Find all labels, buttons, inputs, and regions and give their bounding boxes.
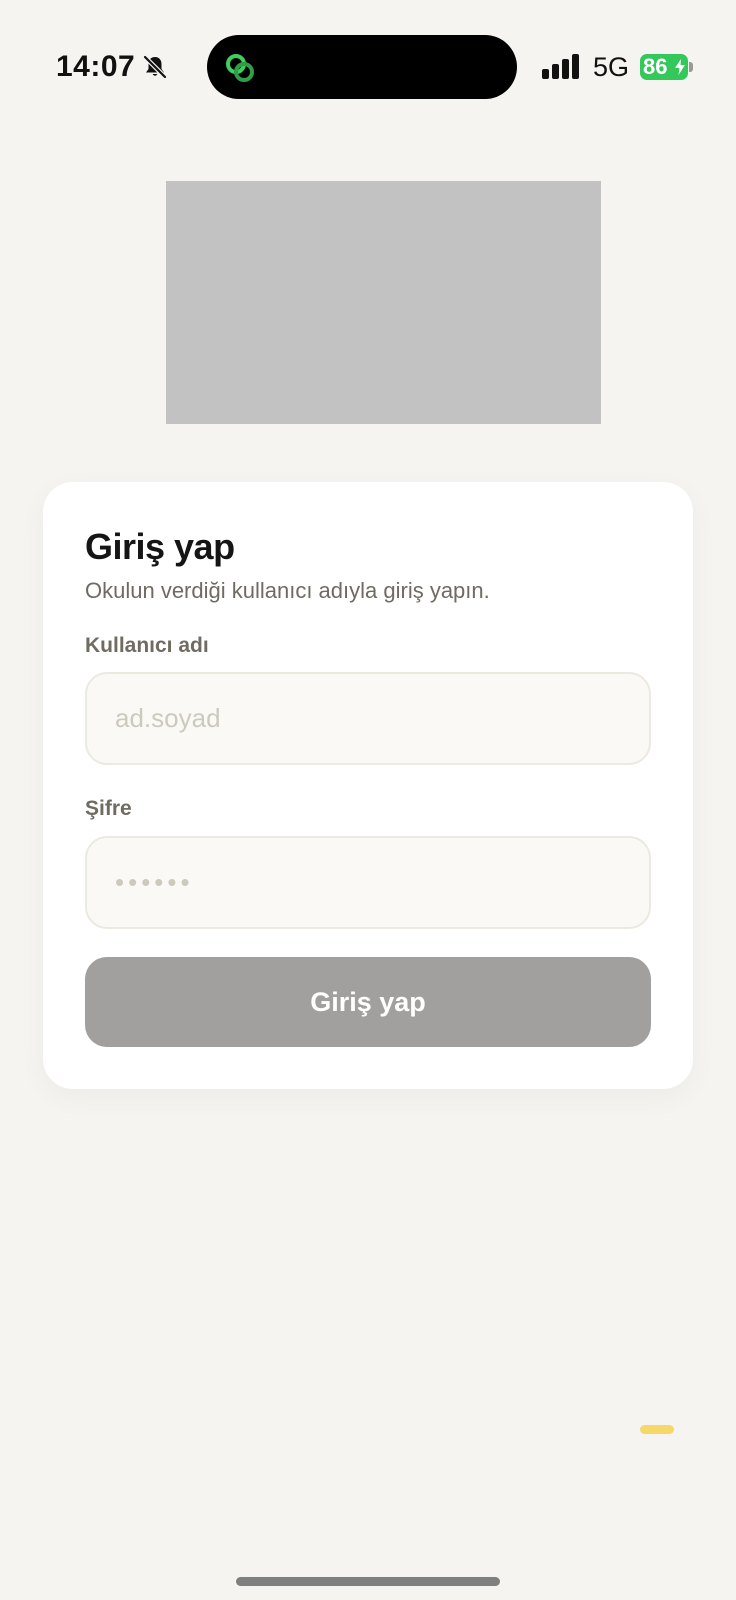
login-screen: 14:07 5G 86 Giriş yap Okulun verdiği kul… [0,0,736,1600]
password-label: Şifre [85,797,132,820]
link-rings-icon [226,54,254,82]
password-input[interactable] [85,836,651,929]
dynamic-island[interactable] [207,35,517,99]
yellow-mark [640,1425,674,1434]
network-type: 5G [593,52,630,82]
home-indicator[interactable] [236,1577,500,1586]
charging-bolt-icon [675,59,685,75]
battery-charging-icon: 86 [640,54,693,80]
login-subtitle: Okulun verdiği kullanıcı adıyla giriş ya… [85,578,490,603]
login-card: Giriş yap Okulun verdiği kullanıcı adıyl… [43,482,693,1089]
username-input[interactable] [85,672,651,765]
username-label: Kullanıcı adı [85,634,209,657]
login-submit-button[interactable]: Giriş yap [85,957,651,1047]
battery-level: 86 [643,54,668,79]
login-title: Giriş yap [85,526,235,567]
logo-placeholder [166,181,601,424]
battery-tip [689,62,693,72]
battery-body: 86 [640,54,688,80]
cellular-signal-icon [542,54,579,79]
status-bar: 14:07 5G 86 [0,0,736,136]
bell-slash-icon [142,54,168,80]
status-time: 14:07 [56,50,136,83]
